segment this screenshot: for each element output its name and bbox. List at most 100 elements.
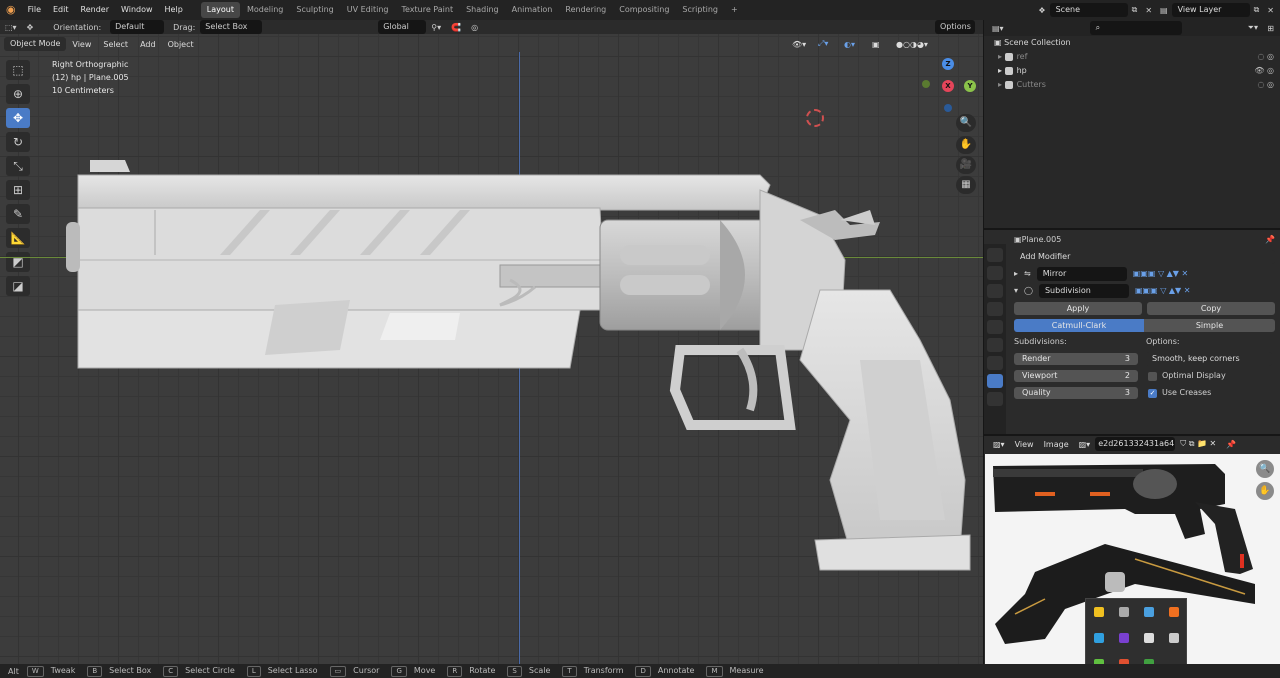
gizmo-neg-y-axis[interactable] [922,80,930,88]
visibility-icon[interactable]: 👁▾ [786,40,812,49]
add-modifier-dropdown[interactable]: Add Modifier [1014,250,1275,264]
proportional-edit-icon[interactable]: ◎ [466,23,483,32]
outliner-item-hp[interactable]: ▸ hp 👁 ◎ [984,64,1280,78]
3d-cursor-icon[interactable] [806,109,824,127]
render-tab-icon[interactable] [987,266,1003,280]
view-layer-copy-icon[interactable]: ⧉ [1250,5,1264,15]
tab-shading[interactable]: Shading [460,2,505,18]
blender-logo-icon[interactable]: ◉ [0,0,22,20]
menu-file[interactable]: File [22,0,47,20]
xray-icon[interactable]: ▣ [866,40,886,49]
copy-button[interactable]: Copy [1147,301,1275,315]
outliner-editor-icon[interactable]: ▤▾ [992,24,1004,33]
revolver-model[interactable] [60,150,980,580]
quality-field[interactable]: Quality 3 [1014,387,1138,399]
image-browse-icon[interactable]: ▨▾ [1074,440,1096,449]
menu-window[interactable]: Window [115,0,159,20]
tab-uv-editing[interactable]: UV Editing [341,2,395,18]
snap-icon[interactable]: 🧲 [446,23,466,32]
mode-dropdown[interactable]: Object Mode [4,37,67,51]
checkbox[interactable] [1004,66,1013,75]
tray-icon-5[interactable] [1086,625,1111,651]
image-menu-image[interactable]: Image [1039,440,1074,449]
optimal-display-checkbox[interactable] [1148,371,1157,381]
menu-add[interactable]: Add [134,40,162,49]
uv-smooth-dropdown[interactable]: Smooth, keep corners [1146,352,1272,366]
tab-compositing[interactable]: Compositing [613,2,675,18]
view-layer-close-icon[interactable]: ✕ [1263,6,1280,15]
outliner-search-input[interactable]: ⌕ [1089,21,1182,35]
filter-icon[interactable]: ⏷▾ [1248,23,1258,33]
3d-viewport[interactable]: ⬚▾ ✥ Orientation: Default Drag: Select B… [0,20,983,664]
modifier-name-subdivision[interactable]: Subdivision [1038,284,1129,298]
cursor-tool-icon[interactable]: ⊕ [6,84,30,104]
modifier-tab-icon[interactable] [987,374,1003,388]
image-name-field[interactable]: e2d261332431a64... [1095,437,1176,451]
tool-tab-icon[interactable] [987,248,1003,262]
transform-orientation-dropdown[interactable]: Global [378,20,427,34]
expand-arrow-icon[interactable]: ▸ [998,80,1005,89]
modifier-mirror-row[interactable]: ▸ ⇋ Mirror ▣▣▣ ▽ ▲▼ ✕ [1014,267,1275,281]
measure-tool-icon[interactable]: 📐 [6,228,30,248]
tab-animation[interactable]: Animation [506,2,559,18]
gizmo-y-axis[interactable]: Y [964,80,976,92]
modifier-subdivision-row[interactable]: ▾ ◯ Subdivision ▣▣▣ ▽ ▲▼ ✕ [1014,284,1275,298]
checkbox[interactable] [1004,80,1013,89]
extra-tool-2-icon[interactable]: ◪ [6,276,30,296]
outliner-item-cutters[interactable]: ▸ Cutters ◌ ◎ [984,78,1280,92]
tray-icon-6[interactable] [1111,625,1136,651]
extra-tool-1-icon[interactable]: ◩ [6,252,30,272]
collapse-arrow-icon[interactable]: ▾ [1014,284,1018,298]
view-layer-field[interactable]: View Layer [1171,3,1250,17]
tray-icon-3[interactable] [1136,599,1161,625]
view-layer-tab-icon[interactable] [987,302,1003,316]
zoom-icon[interactable]: 🔍 [956,114,976,132]
pivot-icon[interactable]: ⚲▾ [426,23,446,32]
image-pin-icon[interactable]: 📌 [1221,440,1241,449]
navigation-gizmo[interactable]: Z X Y [920,58,980,118]
tray-icon-2[interactable] [1111,599,1136,625]
move-tool-icon[interactable]: ✥ [22,23,39,32]
scene-field[interactable]: Scene [1049,3,1128,17]
modifier-name-mirror[interactable]: Mirror [1036,267,1127,281]
render-levels-field[interactable]: Render 3 [1014,353,1138,365]
menu-render[interactable]: Render [75,0,115,20]
tab-sculpting[interactable]: Sculpting [290,2,339,18]
object-tab-icon[interactable] [987,356,1003,370]
tray-icon-4[interactable] [1161,599,1186,625]
overlay-toggle-icon[interactable]: ◐▾ [838,40,861,49]
gizmo-z-axis[interactable]: Z [942,58,954,70]
menu-help[interactable]: Help [159,0,189,20]
pan-image-icon[interactable]: ✋ [1256,482,1274,500]
hide-eye-icon[interactable]: ◌ ◎ [1257,78,1274,92]
apply-button[interactable]: Apply [1014,301,1142,315]
move-tool-button[interactable]: ✥ [6,108,30,128]
transform-tool-icon[interactable]: ⊞ [6,180,30,200]
image-fake-user-icon[interactable]: ⛉ ⧉ 📁 ✕ [1175,439,1221,449]
annotate-tool-icon[interactable]: ✎ [6,204,30,224]
output-tab-icon[interactable] [987,284,1003,298]
expand-arrow-icon[interactable]: ▸ [998,52,1005,61]
add-workspace-button[interactable]: + [725,2,744,18]
viewport-levels-field[interactable]: Viewport 2 [1014,370,1138,382]
drag-dropdown[interactable]: Select Box [200,20,263,34]
expand-arrow-icon[interactable]: ▸ [1014,267,1018,281]
scene-tab-icon[interactable] [987,320,1003,334]
tab-scripting[interactable]: Scripting [676,2,724,18]
scene-copy-icon[interactable]: ⧉ [1128,5,1142,15]
new-collection-icon[interactable]: ⊞ [1267,24,1274,33]
tray-icon-7[interactable] [1136,625,1161,651]
image-menu-view[interactable]: View [1010,440,1039,449]
object-name[interactable]: Plane.005 [1022,233,1062,247]
gizmo-x-axis[interactable]: X [942,80,954,92]
tray-icon-1[interactable] [1086,599,1111,625]
outliner-item-ref[interactable]: ▸ ref ◌ ◎ [984,50,1280,64]
shading-solid-icon[interactable]: ●○◑◕▾ [890,40,934,49]
pin-icon[interactable]: 📌 [1265,233,1275,247]
modifier-toggles-icon[interactable]: ▣▣▣ ▽ ▲▼ ✕ [1133,267,1188,281]
eye-icon[interactable]: 👁 ◎ [1254,64,1274,78]
tab-modeling[interactable]: Modeling [241,2,289,18]
scene-close-icon[interactable]: ✕ [1141,6,1156,15]
menu-view[interactable]: View [66,40,97,49]
menu-edit[interactable]: Edit [47,0,75,20]
